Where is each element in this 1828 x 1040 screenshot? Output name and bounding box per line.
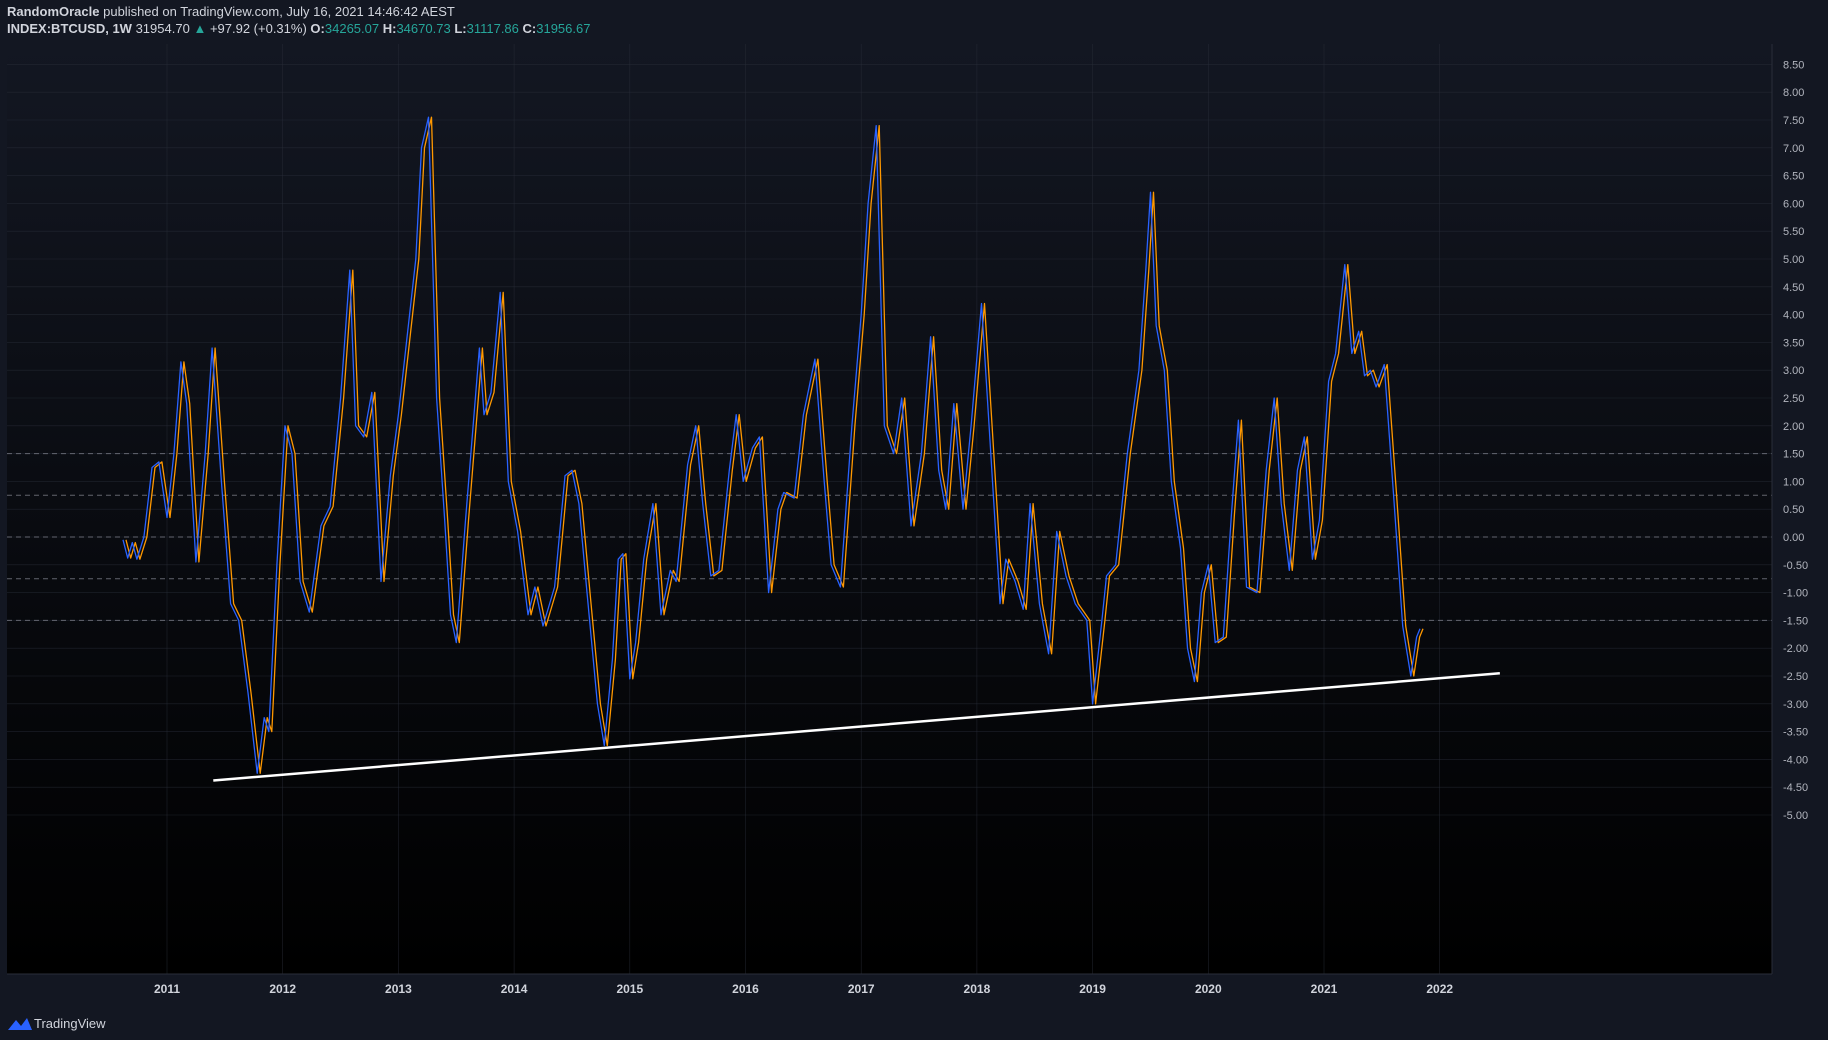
y-tick-label: 6.00 <box>1783 198 1804 210</box>
x-tick-label: 2012 <box>269 982 296 996</box>
x-tick-label: 2021 <box>1311 982 1338 996</box>
y-tick-label: 6.50 <box>1783 171 1804 183</box>
last-price: 31954.70 <box>135 21 190 36</box>
y-tick-label: -1.50 <box>1783 615 1808 627</box>
open-label: O: <box>310 21 325 36</box>
low-value: 31117.86 <box>466 21 519 36</box>
chart-header: RandomOracle published on TradingView.co… <box>0 0 1828 44</box>
publish-date: published on TradingView.com, July 16, 2… <box>103 4 455 19</box>
x-tick-label: 2018 <box>964 982 991 996</box>
chart-canvas[interactable]: 9.008.508.007.507.006.506.005.505.004.50… <box>0 0 1828 1007</box>
x-tick-label: 2011 <box>154 982 180 996</box>
y-tick-label: 1.00 <box>1783 476 1804 488</box>
y-tick-label: -4.00 <box>1783 754 1808 766</box>
y-tick-label: 1.50 <box>1783 449 1804 461</box>
y-tick-label: 2.00 <box>1783 421 1804 433</box>
x-tick-label: 2017 <box>848 982 875 996</box>
close-value: 31956.67 <box>536 21 591 36</box>
symbol-name[interactable]: INDEX:BTCUSD, 1W <box>7 21 132 36</box>
y-tick-label: 0.00 <box>1783 532 1804 544</box>
x-tick-label: 2022 <box>1426 982 1453 996</box>
x-tick-label: 2020 <box>1195 982 1222 996</box>
x-tick-label: 2014 <box>501 982 528 996</box>
y-tick-label: 8.00 <box>1783 87 1804 99</box>
y-tick-label: 7.00 <box>1783 143 1804 155</box>
y-tick-label: -3.00 <box>1783 699 1808 711</box>
y-tick-label: -5.00 <box>1783 810 1808 822</box>
x-axis[interactable]: 2011 2012 2013 2014 2015 2016 2017 2018 2019 2020… <box>7 973 1772 996</box>
x-tick-label: 2015 <box>616 982 643 996</box>
tradingview-brand[interactable]: TradingView <box>34 1016 106 1031</box>
y-tick-label: 2.50 <box>1783 393 1804 405</box>
low-label: L: <box>454 21 467 36</box>
y-tick-label: -1.00 <box>1783 588 1808 600</box>
publish-info: RandomOracle published on TradingView.co… <box>7 4 455 20</box>
y-tick-label: -4.50 <box>1783 782 1808 794</box>
x-tick-label: 2016 <box>732 982 759 996</box>
price-change: +97.92 (+0.31%) <box>209 21 307 36</box>
footer: TradingView <box>0 1007 1828 1040</box>
y-tick-label: -2.50 <box>1783 671 1808 683</box>
y-tick-label: 7.50 <box>1783 115 1804 127</box>
high-label: H: <box>382 21 397 36</box>
y-tick-label: -3.50 <box>1783 727 1808 739</box>
symbol-info: INDEX:BTCUSD, 1W 31954.70 ▲ +97.92 (+0.3… <box>7 21 590 37</box>
y-tick-label: -2.00 <box>1783 643 1808 655</box>
x-tick-label: 2019 <box>1079 982 1106 996</box>
y-tick-label: 3.00 <box>1783 365 1804 377</box>
y-tick-label: 4.00 <box>1783 310 1804 322</box>
y-tick-label: 4.50 <box>1783 282 1804 294</box>
y-tick-label: 8.50 <box>1783 59 1804 71</box>
x-tick-label: 2013 <box>385 982 412 996</box>
y-axis[interactable]: 9.008.508.007.507.006.506.005.505.004.50… <box>1771 32 1808 974</box>
high-value: 34670.73 <box>396 21 451 36</box>
change-arrow-icon: ▲ <box>193 21 207 36</box>
y-tick-label: 5.50 <box>1783 226 1804 238</box>
y-tick-label: 5.00 <box>1783 254 1804 266</box>
open-value: 34265.07 <box>324 21 380 36</box>
author-name[interactable]: RandomOracle <box>7 4 99 19</box>
y-tick-label: 3.50 <box>1783 337 1804 349</box>
y-tick-label: -0.50 <box>1783 560 1808 572</box>
close-label: C: <box>522 21 537 36</box>
tradingview-logo-icon[interactable] <box>7 1016 33 1032</box>
y-tick-label: 0.50 <box>1783 504 1804 516</box>
